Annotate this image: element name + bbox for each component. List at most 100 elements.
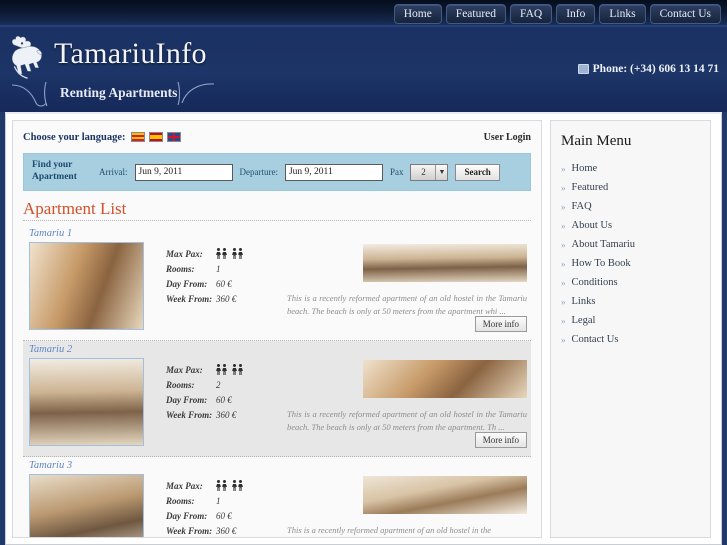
- flag-catalan-icon[interactable]: [131, 132, 146, 142]
- day-from-label: Day From:: [166, 278, 208, 289]
- more-info-button[interactable]: More info: [474, 316, 527, 332]
- week-from-value: 360 €: [216, 409, 237, 420]
- tagline-row: Renting Apartments: [10, 81, 530, 112]
- search-title-line1: Find your: [32, 160, 73, 171]
- person-icon: [222, 364, 227, 375]
- nav-faq[interactable]: FAQ: [510, 3, 553, 24]
- day-from-value: 60 €: [216, 278, 232, 289]
- week-from-label: Week From:: [166, 293, 213, 304]
- sidebar-item-home[interactable]: » Home: [561, 159, 700, 178]
- sidebar-item-legal[interactable]: » Legal: [561, 311, 700, 330]
- flag-spanish-icon[interactable]: [149, 132, 164, 142]
- content-frame: Choose your language: User Login Find yo…: [5, 112, 722, 545]
- sidebar-item-contact-us[interactable]: » Contact Us: [561, 330, 700, 349]
- photo-image: [30, 359, 143, 445]
- pax-pair: [232, 248, 243, 259]
- apartment-list-item[interactable]: Tamariu 1 Max Pax: Rooms: 1 Day From: 60 € Wee…: [23, 225, 531, 341]
- sidebar-menu: » Home » Featured » FAQ » About Us » About Tamari…: [561, 159, 700, 349]
- telephone-icon: [577, 64, 589, 74]
- spec-row: Rooms: 1: [166, 493, 243, 508]
- apartment-thumbnail[interactable]: [363, 360, 527, 398]
- phone-number: Phone: (+34) 606 13 14 71: [592, 63, 719, 75]
- apartment-title[interactable]: Tamariu 1: [29, 228, 531, 239]
- person-icon: [216, 480, 221, 491]
- sidebar-item-about-us[interactable]: » About Us: [561, 216, 700, 235]
- day-from-label: Day From:: [166, 510, 208, 521]
- heraldic-lion-icon: [11, 36, 42, 79]
- sidebar-item-label: FAQ: [571, 201, 592, 212]
- pax-selected-value: 2: [421, 167, 426, 177]
- nav-featured[interactable]: Featured: [445, 3, 507, 24]
- chevron-right-icon: »: [561, 277, 566, 288]
- sidebar-item-how-to-book[interactable]: » How To Book: [561, 254, 700, 273]
- person-icon: [238, 248, 243, 259]
- search-form-title: Find your Apartment: [32, 160, 92, 184]
- sidebar-item-about-tamariu[interactable]: » About Tamariu: [561, 235, 700, 254]
- pax-select[interactable]: 2 ▼: [410, 163, 449, 181]
- person-icon: [232, 364, 237, 375]
- more-info-button[interactable]: More info: [474, 432, 527, 448]
- sidebar-item-featured[interactable]: » Featured: [561, 178, 700, 197]
- person-icon: [238, 480, 243, 491]
- max-pax-value: [216, 364, 243, 375]
- apartment-thumbnail-gallery: [363, 476, 527, 514]
- apartment-thumbnail[interactable]: [363, 476, 527, 514]
- pax-pair: [232, 364, 243, 375]
- sidebar-item-conditions[interactable]: » Conditions: [561, 273, 700, 292]
- chevron-right-icon: »: [561, 201, 566, 212]
- site-title: TamariuInfo: [54, 37, 207, 70]
- apartment-main-photo[interactable]: [29, 242, 144, 330]
- apartment-list-item[interactable]: Tamariu 2 Max Pax: Rooms: 2 Day From: 60 € Wee…: [23, 341, 531, 457]
- apartment-body: Max Pax: Rooms: 1 Day From: 60 € Week From: 36…: [23, 242, 531, 334]
- nav-links[interactable]: Links: [599, 3, 646, 24]
- pax-pair: [216, 248, 227, 259]
- apartment-thumbnail[interactable]: [363, 244, 527, 282]
- flourish-right-icon: [177, 81, 215, 106]
- week-from-value: 360 €: [216, 525, 237, 536]
- apartment-title[interactable]: Tamariu 3: [29, 460, 531, 471]
- sidebar-title: Main Menu: [561, 133, 632, 149]
- apartment-specs: Max Pax: Rooms: 1 Day From: 60 € Week From: 36…: [166, 474, 243, 537]
- nav-contact-us[interactable]: Contact Us: [649, 3, 721, 24]
- week-from-label: Week From:: [166, 525, 213, 536]
- apartment-main-photo[interactable]: [29, 474, 144, 537]
- photo-image: [30, 475, 143, 537]
- person-icon: [216, 364, 221, 375]
- sidebar-item-label: Conditions: [571, 277, 618, 288]
- apartment-thumbnail-gallery: [363, 360, 527, 398]
- week-from-value: 360 €: [216, 293, 237, 304]
- apartment-main-photo[interactable]: [29, 358, 144, 446]
- week-from-label: Week From:: [166, 409, 213, 420]
- day-from-value: 60 €: [216, 510, 232, 521]
- site-logo[interactable]: TamariuInfo: [8, 33, 207, 81]
- tagline-text: Renting Apartments: [60, 85, 178, 100]
- top-navigation-bar: Home Featured FAQ Info Links Contact Us: [0, 0, 727, 27]
- max-pax-label: Max Pax:: [166, 364, 203, 375]
- max-pax-icons: [216, 364, 243, 375]
- arrival-date-input[interactable]: Jun 9, 2011: [134, 163, 233, 181]
- apartment-specs: Max Pax: Rooms: 2 Day From: 60 € Week From: 36…: [166, 358, 243, 450]
- photo-image: [30, 243, 143, 329]
- apartment-title[interactable]: Tamariu 2: [29, 344, 531, 355]
- user-login-link[interactable]: User Login: [484, 132, 531, 143]
- apartment-list-item[interactable]: Tamariu 3 Max Pax: Rooms: 1 Day From: 60 € Wee…: [23, 457, 531, 537]
- sidebar-item-links[interactable]: » Links: [561, 292, 700, 311]
- person-icon: [222, 248, 227, 259]
- sidebar-item-label: Links: [571, 296, 596, 307]
- search-button[interactable]: Search: [455, 163, 500, 181]
- flag-english-icon[interactable]: [167, 132, 182, 142]
- nav-home[interactable]: Home: [393, 3, 442, 24]
- nav-info[interactable]: Info: [556, 3, 596, 24]
- chevron-right-icon: »: [561, 182, 566, 193]
- apartment-specs: Max Pax: Rooms: 1 Day From: 60 € Week From: 36…: [166, 242, 243, 334]
- site-header: TamariuInfo Renting Apartments Phone: (+…: [0, 27, 727, 112]
- sidebar-item-label: Contact Us: [571, 334, 619, 345]
- sidebar: Main Menu » Home » Featured » FAQ » About Us » Ab…: [550, 120, 711, 538]
- photo-image: [363, 476, 527, 514]
- spec-row: Week From: 360 €: [166, 407, 243, 422]
- day-from-label: Day From:: [166, 394, 208, 405]
- sidebar-item-faq[interactable]: » FAQ: [561, 197, 700, 216]
- departure-date-input[interactable]: Jun 9, 2011: [284, 163, 383, 181]
- language-flags: [131, 132, 182, 142]
- sidebar-item-label: Featured: [571, 182, 609, 193]
